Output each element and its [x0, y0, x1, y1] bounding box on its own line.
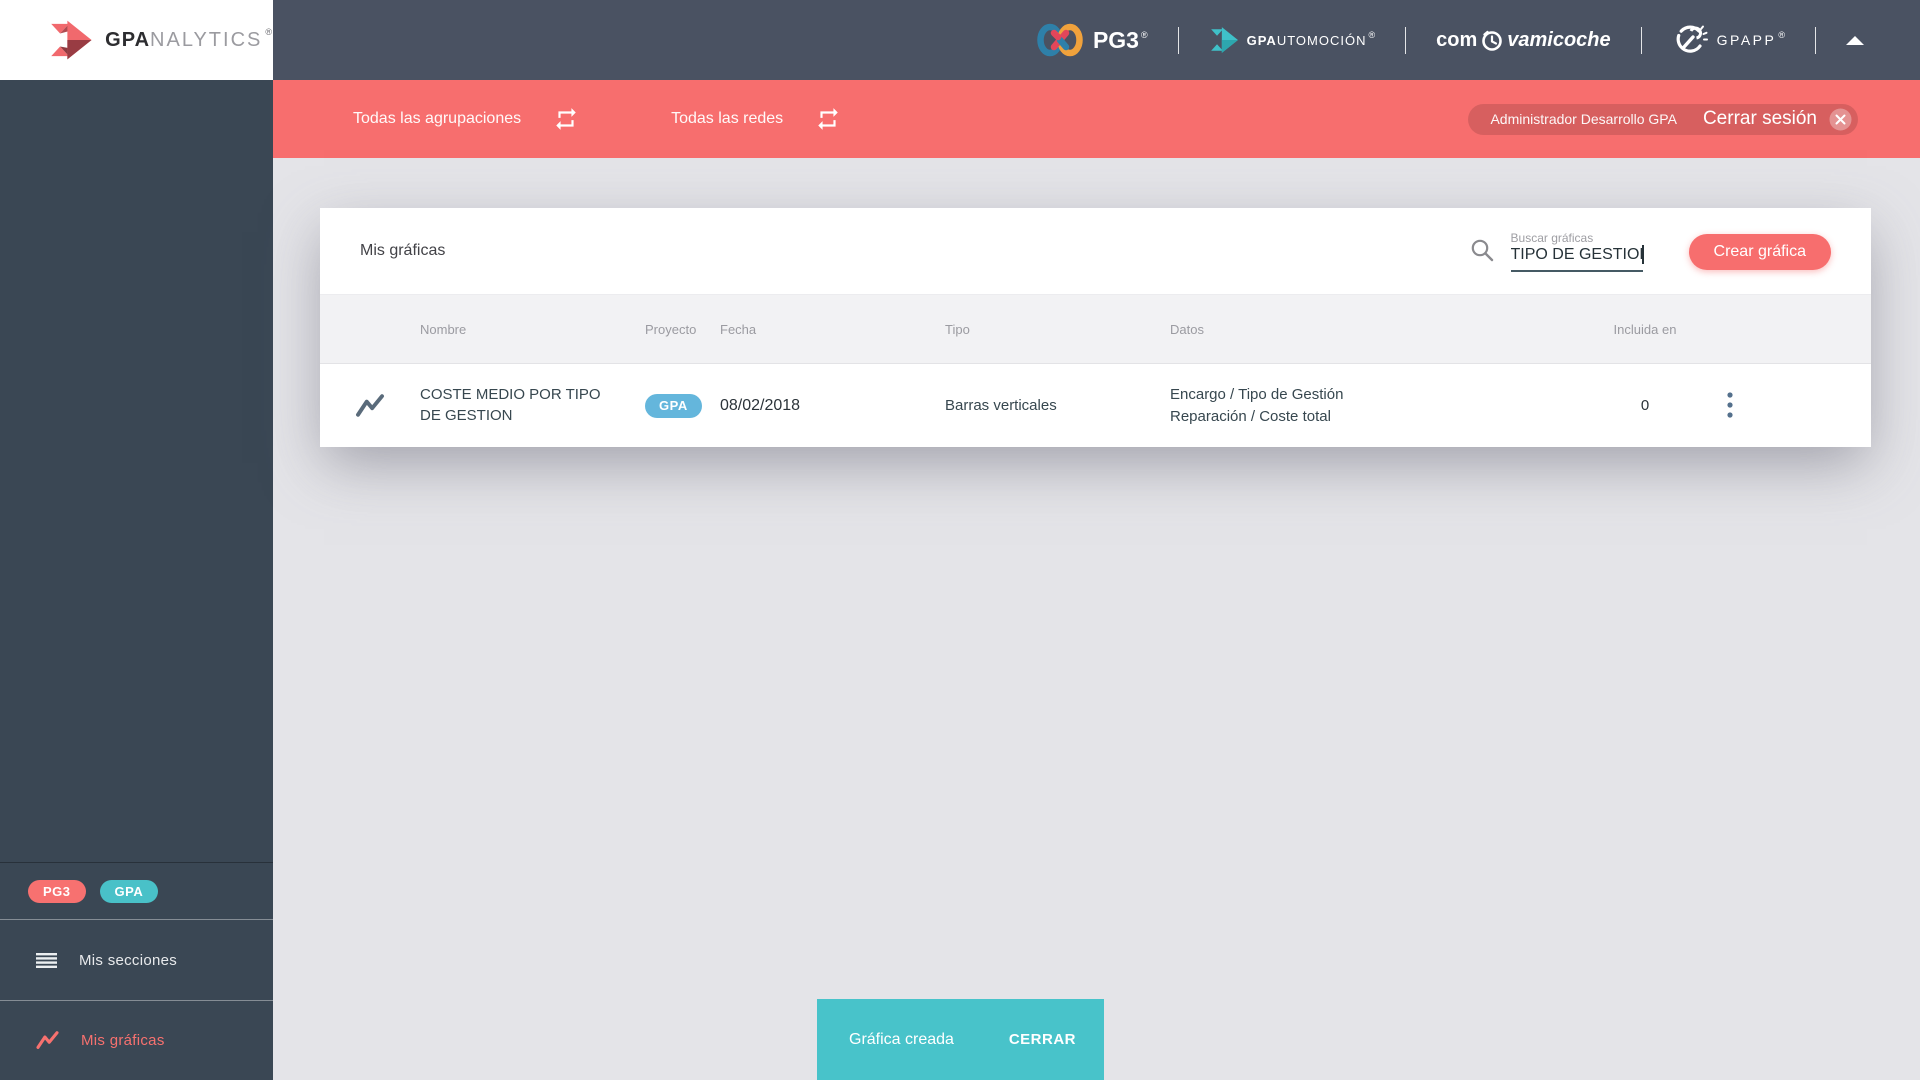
gpa-badge[interactable]: GPA — [99, 879, 159, 903]
gpa-analytics-wordmark: GPA NALYTICS ® — [105, 26, 273, 52]
header-divider — [1405, 26, 1407, 54]
gpautomocion-brand: GPAUTOMOCIÓN ® — [1209, 25, 1376, 55]
row-project: GPA — [645, 393, 720, 418]
sidebar-badges-row: PG3 GPA — [0, 862, 273, 919]
comprovamicoche-wordmark: com vami coche — [1436, 28, 1611, 52]
row-data: Encargo / Tipo de Gestión Reparación / C… — [1170, 384, 1590, 428]
session-user-label: Administrador Desarrollo GPA — [1490, 111, 1677, 127]
comprova-pre: com — [1436, 28, 1478, 51]
pg3-reg-mark: ® — [1140, 30, 1148, 40]
sidebar-item-label: Mis gráficas — [81, 1032, 165, 1049]
groupings-filter[interactable]: Todas las agrupaciones — [353, 110, 521, 128]
project-badge: GPA — [645, 393, 702, 418]
header-divider — [1815, 26, 1816, 54]
gpapp-reg-mark: ® — [1778, 30, 1785, 40]
search-field-label: Buscar gráficas — [1510, 230, 1594, 245]
col-header-proyecto: Proyecto — [645, 321, 697, 337]
wrench-icon — [1676, 25, 1708, 53]
logout-button[interactable]: Cerrar sesión — [1703, 108, 1817, 130]
row-data-line2: Reparación / Coste total — [1170, 407, 1331, 425]
gpautomocion-label: GPAUTOMOCIÓN — [1247, 33, 1367, 48]
collapse-arrow-icon[interactable] — [1846, 35, 1864, 45]
swap-networks-icon[interactable] — [815, 106, 841, 132]
chart-line-icon — [36, 1031, 59, 1049]
kebab-menu-icon[interactable] — [1700, 391, 1760, 421]
table-row[interactable]: COSTE MEDIO POR TIPO DE GESTION GPA 08/0… — [320, 364, 1871, 447]
top-header-bar: PG3 ® GPAUTOMOCIÓN ® com vami coche GPAP… — [273, 0, 1920, 80]
chart-line-icon — [320, 393, 420, 418]
search-icon[interactable] — [1469, 237, 1495, 268]
col-header-incluida-en: Incluida en — [1613, 321, 1677, 337]
sidebar-item-mis-secciones[interactable]: Mis secciones — [0, 919, 273, 1000]
pg3-label: PG3 — [1092, 26, 1139, 53]
gpapp-brand: GPAPP ® — [1672, 22, 1785, 58]
snackbar-close-button[interactable]: CERRAR — [997, 1023, 1088, 1056]
gpa-arrow-icon — [51, 20, 92, 60]
clock-icon — [1482, 30, 1503, 51]
menu-icon — [36, 952, 57, 968]
header-divider — [1640, 26, 1642, 54]
page-title: Mis gráficas — [360, 242, 446, 259]
pg3-infinity-icon — [1037, 23, 1083, 57]
header-divider — [1177, 26, 1179, 54]
row-type: Barras verticales — [945, 397, 1057, 414]
search-field-wrap: Buscar gráficas — [1510, 230, 1644, 272]
gpautomocion-label-bold: GPA — [1246, 32, 1277, 48]
search-input[interactable] — [1510, 245, 1643, 272]
session-pill: Administrador Desarrollo GPA Cerrar sesi… — [1468, 103, 1858, 135]
sidebar-bottom-menu: PG3 GPA Mis secciones Mis gráficas — [0, 862, 273, 1080]
charts-card: Mis gráficas Buscar gráficas Crear gráfi… — [320, 208, 1871, 447]
swap-groupings-icon[interactable] — [553, 106, 579, 132]
col-header-fecha: Fecha — [720, 321, 757, 337]
snackbar-message: Gráfica creada — [849, 1030, 954, 1048]
app-root: GPA NALYTICS ® PG3 ® GPAUTOMOCIÓN ® com … — [0, 0, 1920, 1080]
create-chart-button[interactable]: Crear gráfica — [1688, 233, 1831, 270]
filter-bar: Todas las agrupaciones Todas las redes A… — [273, 80, 1920, 158]
row-data-line1: Encargo / Tipo de Gestión — [1170, 385, 1344, 403]
gpa-analytics-logo: GPA NALYTICS ® — [0, 0, 273, 80]
gpautomocion-label-rest: UTOMOCIÓN — [1276, 32, 1367, 48]
comprova-mid: vami — [1507, 28, 1553, 51]
logo-text-bold: GPA — [105, 28, 151, 51]
gpautomocion-arrow-icon — [1210, 27, 1238, 53]
gpapp-label: GPAPP — [1716, 32, 1777, 48]
pg3-badge[interactable]: PG3 — [28, 879, 86, 903]
networks-filter[interactable]: Todas las redes — [671, 110, 783, 128]
logo-reg-mark: ® — [265, 26, 273, 37]
card-header: Mis gráficas Buscar gráficas Crear gráfi… — [320, 208, 1871, 294]
col-header-nombre: Nombre — [420, 321, 467, 337]
comprovamicoche-brand: com vami coche — [1436, 28, 1611, 52]
close-icon[interactable] — [1829, 108, 1852, 131]
sidebar-item-label: Mis secciones — [79, 951, 178, 969]
sidebar: PG3 GPA Mis secciones Mis gráficas — [0, 80, 273, 1080]
pg3-brand: PG3 ® — [1037, 22, 1148, 58]
row-name: COSTE MEDIO POR TIPO DE GESTION — [420, 386, 601, 424]
comprova-suf: coche — [1552, 28, 1611, 51]
col-header-datos: Datos — [1170, 321, 1204, 337]
row-included-count: 0 — [1640, 397, 1650, 414]
gpautomocion-reg-mark: ® — [1368, 30, 1376, 40]
row-date: 08/02/2018 — [720, 396, 801, 414]
card-header-actions: Buscar gráficas Crear gráfica — [1469, 231, 1831, 272]
table-header: Nombre Proyecto Fecha Tipo Datos Incluid… — [320, 294, 1871, 364]
snackbar: Gráfica creada CERRAR — [817, 999, 1104, 1080]
text-caret — [1641, 244, 1644, 264]
col-header-tipo: Tipo — [945, 321, 970, 337]
logo-text-light: NALYTICS — [150, 28, 263, 51]
sidebar-item-mis-graficas[interactable]: Mis gráficas — [0, 1000, 273, 1080]
